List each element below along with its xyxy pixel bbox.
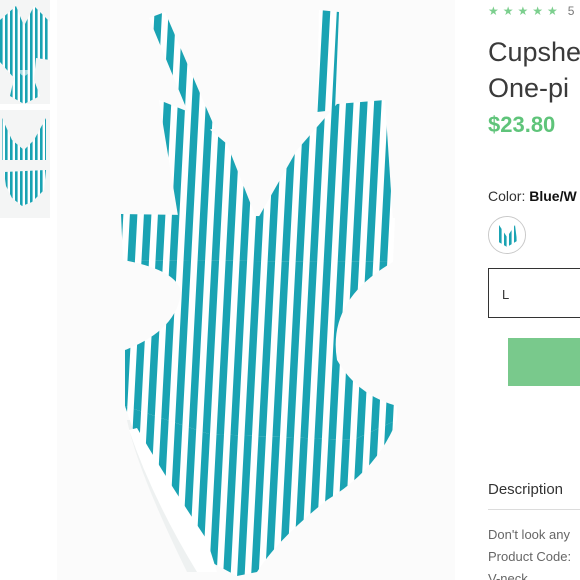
review-count: 5 <box>567 4 575 18</box>
thumbnail-bikini[interactable] <box>0 110 50 218</box>
description-divider <box>488 509 580 510</box>
product-title-line-2: One-pi <box>488 73 570 103</box>
product-price: $23.80 <box>488 112 556 137</box>
description-line-2: Product Code: <box>488 549 572 564</box>
size-selected-value: L <box>502 287 510 302</box>
description-line-1: Don't look any <box>488 527 570 542</box>
product-image[interactable] <box>57 0 455 580</box>
product-info-panel: ★★★★★ 5 Cupshe One-pi $23.80 Color: Blue/… <box>455 0 580 580</box>
thumbnail-one-piece[interactable] <box>0 0 50 104</box>
color-value: Blue/W <box>529 188 577 204</box>
description-tab[interactable]: Description <box>488 481 563 498</box>
product-title-line-1: Cupshe <box>488 37 580 67</box>
color-swatch-blue-white[interactable] <box>488 216 526 254</box>
thumbnail-strip <box>0 0 52 580</box>
color-row: Color: Blue/W <box>488 188 577 204</box>
rating-stars[interactable]: ★★★★★ 5 <box>488 4 574 18</box>
striped-one-piece-swimsuit-image <box>57 0 455 580</box>
description-line-3: V-neck <box>488 571 528 580</box>
star-icons: ★★★★★ <box>488 4 562 18</box>
size-select[interactable]: L <box>488 268 580 318</box>
add-to-cart-button[interactable] <box>508 338 580 386</box>
color-label: Color: <box>488 188 526 204</box>
swatch-swimsuit-icon <box>489 217 525 253</box>
product-title: Cupshe One-pi <box>488 34 580 106</box>
